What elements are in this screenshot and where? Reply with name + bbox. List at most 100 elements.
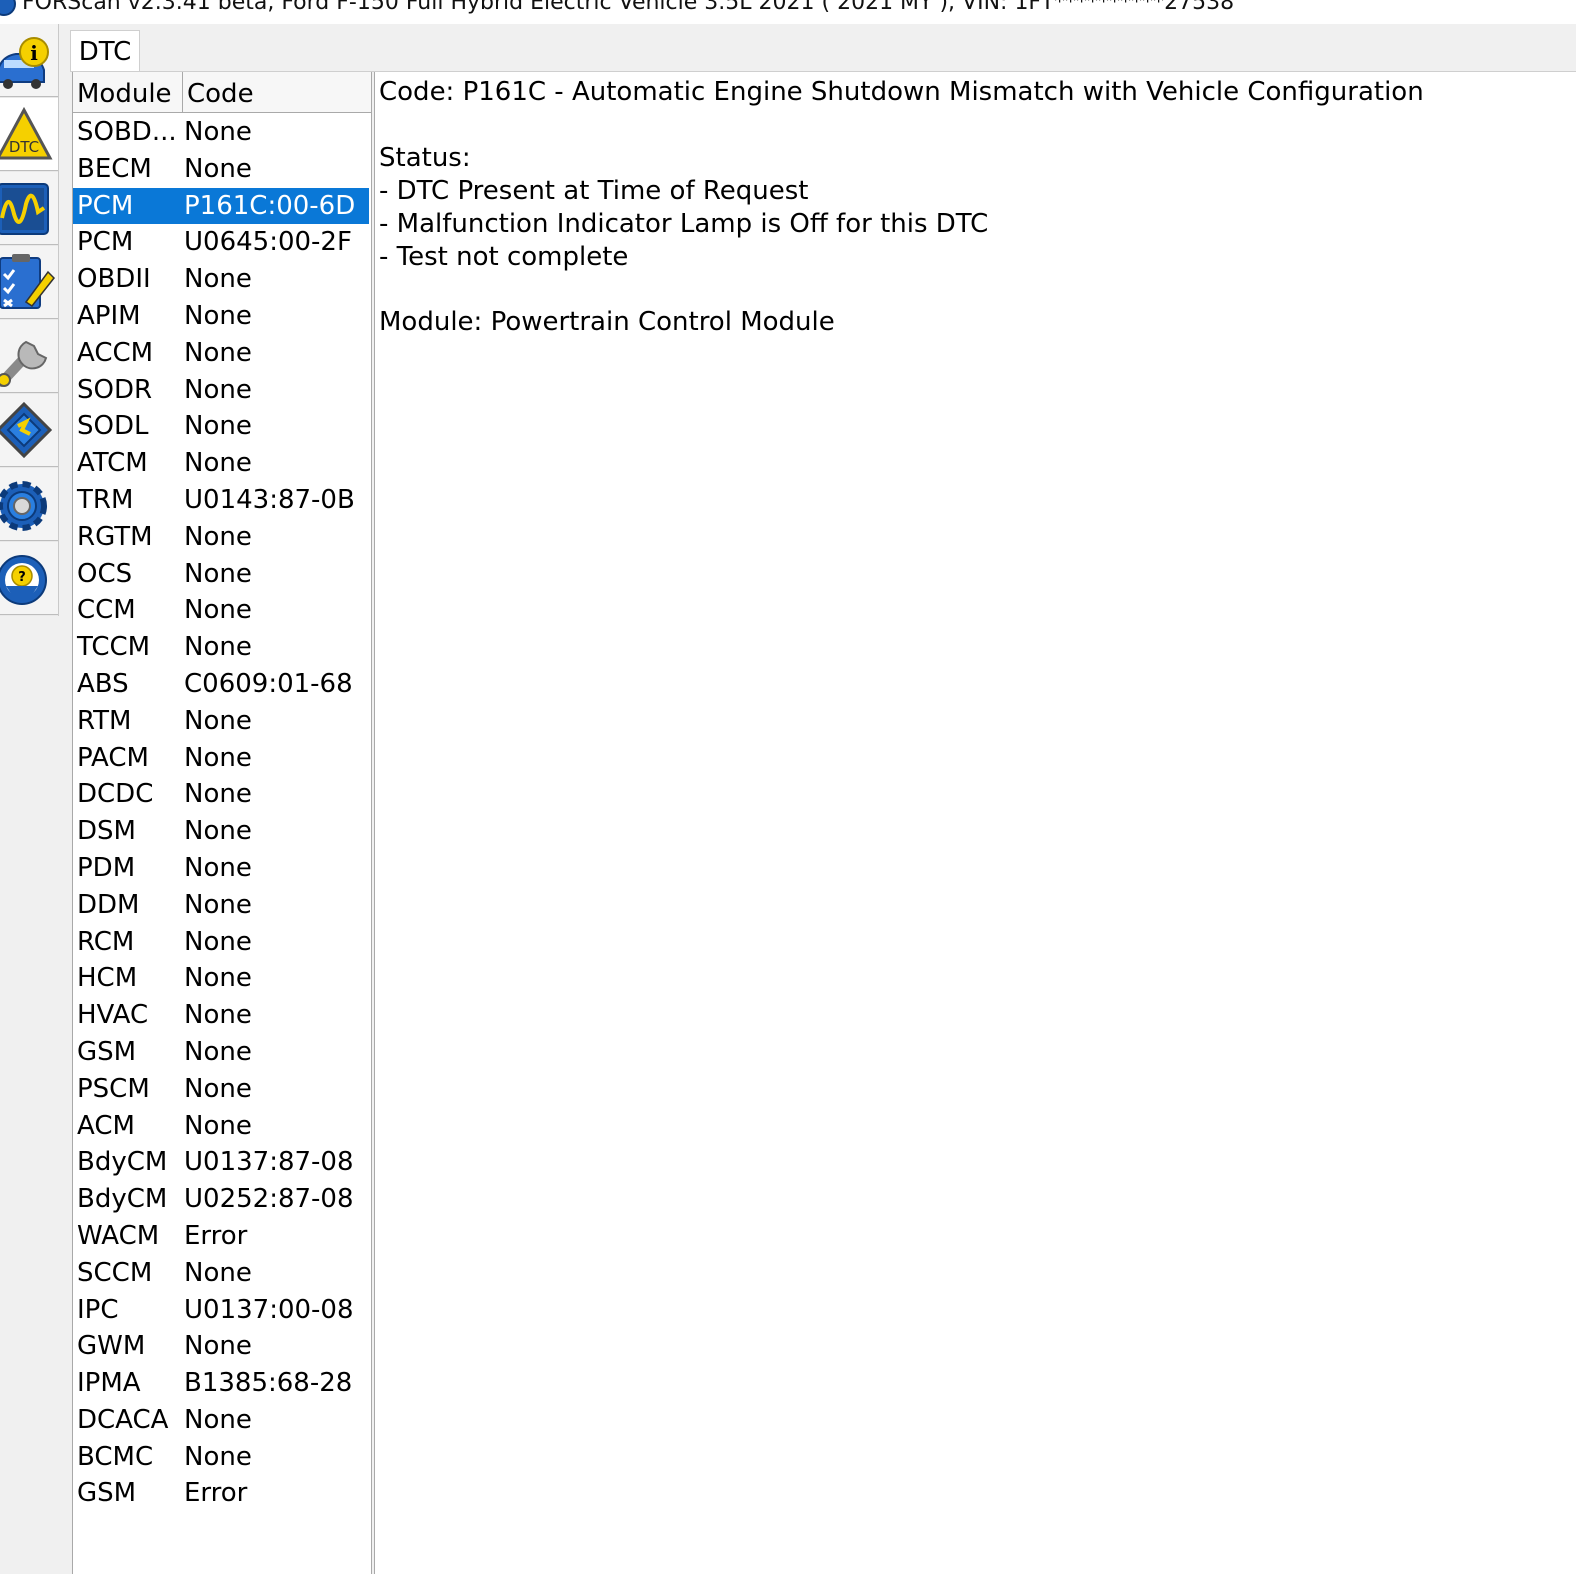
dtc-module-list[interactable]: Module Code SOBD... None BECM None PCM P161C:… xyxy=(72,72,372,1574)
table-row[interactable]: PDM None xyxy=(73,850,369,887)
table-row[interactable]: SCCM None xyxy=(73,1255,369,1292)
car-info-icon: i xyxy=(0,37,49,89)
table-row[interactable]: PSCM None xyxy=(73,1071,369,1108)
table-row[interactable]: BdyCM U0137:87-08 xyxy=(73,1144,369,1181)
sidebar-item-help[interactable]: ? xyxy=(0,542,58,615)
cell-module: IPC xyxy=(77,1294,119,1325)
table-row[interactable]: RCM None xyxy=(73,924,369,961)
sidebar-item-service[interactable] xyxy=(0,320,58,393)
dtc-detail-panel: Code: P161C - Automatic Engine Shutdown … xyxy=(374,72,1576,1574)
table-row[interactable]: GSM Error xyxy=(73,1475,369,1512)
table-row[interactable]: WACM Error xyxy=(73,1218,369,1255)
table-row[interactable]: ATCM None xyxy=(73,445,369,482)
table-row[interactable]: ACM None xyxy=(73,1108,369,1145)
cell-module: PSCM xyxy=(77,1073,150,1104)
tab-dtc[interactable]: DTC xyxy=(70,30,140,72)
dtc-rows: SOBD... None BECM None PCM P161C:00-6D PCM U064… xyxy=(73,114,371,1512)
cell-module: CCM xyxy=(77,595,136,626)
cell-module: TCCM xyxy=(77,632,151,663)
cell-code: None xyxy=(184,852,252,883)
table-row[interactable]: SODL None xyxy=(73,408,369,445)
help-wheel-icon: ? xyxy=(0,555,47,605)
cell-code: None xyxy=(184,374,252,405)
module-description: Module: Powertrain Control Module xyxy=(379,307,835,337)
sidebar-item-oscilloscope[interactable] xyxy=(0,172,58,245)
table-row[interactable]: TCCM None xyxy=(73,629,369,666)
svg-text:?: ? xyxy=(18,570,26,585)
table-row[interactable]: SOBD... None xyxy=(73,114,369,151)
table-row[interactable]: GSM None xyxy=(73,1034,369,1071)
dtc-code-description: Code: P161C - Automatic Engine Shutdown … xyxy=(379,77,1424,107)
table-row[interactable]: ACCM None xyxy=(73,335,369,372)
cell-code: B1385:68-28 xyxy=(184,1368,353,1399)
cell-code: U0645:00-2F xyxy=(184,227,352,258)
cell-code: None xyxy=(184,1110,252,1141)
sidebar-item-configuration[interactable] xyxy=(0,394,58,467)
cell-module: OCS xyxy=(77,558,133,589)
cell-code: C0609:01-68 xyxy=(184,668,353,699)
list-header: Module Code xyxy=(73,72,371,113)
cell-code: None xyxy=(184,448,252,479)
cell-code: None xyxy=(184,264,252,295)
cell-module: PDM xyxy=(77,852,136,883)
cell-code: None xyxy=(184,1331,252,1362)
table-row[interactable]: BdyCM U0252:87-08 xyxy=(73,1181,369,1218)
status-item: - Test not complete xyxy=(379,242,629,272)
table-row[interactable]: OBDII None xyxy=(73,261,369,298)
column-header-code[interactable]: Code xyxy=(183,72,369,112)
cell-code: None xyxy=(184,816,252,847)
cell-code: U0137:00-08 xyxy=(184,1294,354,1325)
table-row[interactable]: DSM None xyxy=(73,813,369,850)
table-row[interactable]: IPC U0137:00-08 xyxy=(73,1292,369,1329)
column-header-module[interactable]: Module xyxy=(73,72,183,112)
table-row[interactable]: PACM None xyxy=(73,740,369,777)
title-bar: FORScan v2.3.41 beta, Ford F-150 Full Hy… xyxy=(0,0,1576,24)
cell-module: PACM xyxy=(77,742,149,773)
cell-module: BdyCM xyxy=(77,1147,168,1178)
workspace: i DTC ? DTC Module Code SOBD... None BEC… xyxy=(0,24,1576,1574)
sidebar-item-dtc[interactable]: DTC xyxy=(0,98,58,171)
cell-code: None xyxy=(184,963,252,994)
table-row[interactable]: PCM P161C:00-6D xyxy=(73,187,369,225)
cell-code: None xyxy=(184,300,252,331)
cell-code: None xyxy=(184,595,252,626)
cell-code: None xyxy=(184,1441,252,1472)
sidebar: i DTC ? xyxy=(0,24,59,616)
table-row[interactable]: DCDC None xyxy=(73,776,369,813)
table-row[interactable]: TRM U0143:87-0B xyxy=(73,482,369,519)
cell-code: None xyxy=(184,153,252,184)
table-row[interactable]: OCS None xyxy=(73,556,369,593)
cell-module: IPMA xyxy=(77,1368,141,1399)
cell-code: None xyxy=(184,742,252,773)
table-row[interactable]: IPMA B1385:68-28 xyxy=(73,1365,369,1402)
table-row[interactable]: BECM None xyxy=(73,151,369,188)
table-row[interactable]: SODR None xyxy=(73,372,369,409)
table-row[interactable]: DDM None xyxy=(73,887,369,924)
cell-code: P161C:00-6D xyxy=(184,190,356,221)
cell-module: TRM xyxy=(77,484,134,515)
dtc-warning-icon: DTC xyxy=(0,106,53,160)
table-row[interactable]: ABS C0609:01-68 xyxy=(73,666,369,703)
table-row[interactable]: PCM U0645:00-2F xyxy=(73,224,369,261)
cell-module: DCDC xyxy=(77,779,154,810)
table-row[interactable]: RGTM None xyxy=(73,519,369,556)
cell-code: None xyxy=(184,1257,252,1288)
cell-code: None xyxy=(184,521,252,552)
cell-code: U0252:87-08 xyxy=(184,1184,354,1215)
cell-module: ABS xyxy=(77,668,129,699)
table-row[interactable]: BCMC None xyxy=(73,1439,369,1476)
cell-code: None xyxy=(184,337,252,368)
table-row[interactable]: APIM None xyxy=(73,298,369,335)
cell-code: None xyxy=(184,779,252,810)
cell-module: PCM xyxy=(77,227,134,258)
table-row[interactable]: CCM None xyxy=(73,592,369,629)
sidebar-item-settings[interactable] xyxy=(0,468,58,541)
cell-module: GWM xyxy=(77,1331,146,1362)
table-row[interactable]: HVAC None xyxy=(73,997,369,1034)
table-row[interactable]: DCACA None xyxy=(73,1402,369,1439)
table-row[interactable]: GWM None xyxy=(73,1328,369,1365)
sidebar-item-vehicle-info[interactable]: i xyxy=(0,24,58,97)
table-row[interactable]: RTM None xyxy=(73,703,369,740)
table-row[interactable]: HCM None xyxy=(73,960,369,997)
sidebar-item-tests[interactable] xyxy=(0,246,58,319)
